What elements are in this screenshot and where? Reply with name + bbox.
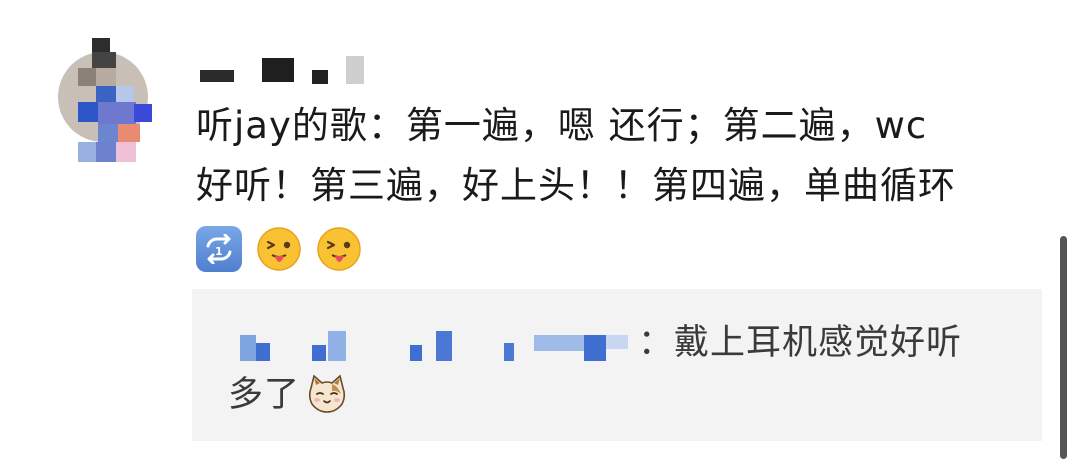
tongue-out-face-icon [256,226,302,272]
emoji-row: 1 [196,222,376,276]
username-pixelation [200,50,380,90]
scrollbar[interactable] [1060,236,1067,459]
reply-text: ：戴上耳机感觉好听 多了 [228,317,1008,421]
reply-text-line1: ：戴上耳机感觉好听 [638,323,963,363]
tongue-out-face-icon [316,226,362,272]
comment-text-line2: 好听！第三遍，好上头！！第四遍，单曲循环 [196,164,956,207]
comment-text: 听jay的歌：第一遍，嗯 还行；第二遍，wc 好听！第三遍，好上头！！第四遍，单… [196,96,1056,216]
cat-face-icon [306,374,348,414]
comment-text-line1: 听jay的歌：第一遍，嗯 还行；第二遍，wc [196,104,928,147]
svg-text:1: 1 [215,245,223,258]
reply-box[interactable]: ：戴上耳机感觉好听 多了 [192,289,1042,441]
repeat-icon: 1 [196,226,242,272]
reply-text-line2: 多了 [228,375,301,415]
avatar[interactable] [38,38,168,163]
